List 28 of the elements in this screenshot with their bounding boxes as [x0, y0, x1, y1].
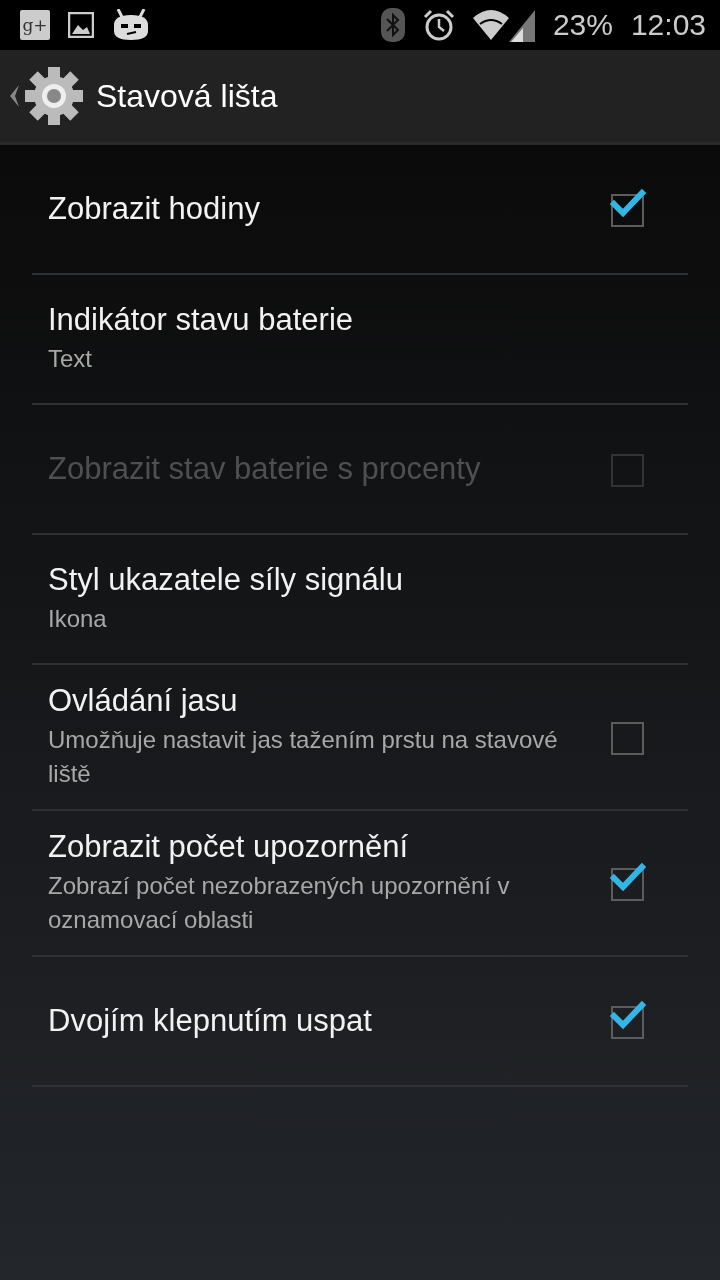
- setting-row[interactable]: Styl ukazatele síly signálu Ikona: [32, 535, 688, 665]
- setting-row[interactable]: Zobrazit hodiny: [32, 145, 688, 275]
- setting-summary: Ikona: [48, 604, 108, 635]
- back-icon[interactable]: [8, 84, 20, 108]
- gear-icon: [24, 66, 84, 126]
- google-plus-icon: g+: [20, 10, 50, 40]
- setting-row[interactable]: Indikátor stavu baterie Text: [32, 275, 688, 405]
- clock: 12:03: [630, 8, 706, 42]
- setting-summary: Text: [48, 344, 93, 375]
- setting-row[interactable]: Zobrazit počet upozornění Zobrazí počet nezobrazených upozornění v oznamovací oblasti: [32, 811, 688, 957]
- setting-title: Styl ukazatele síly signálu: [48, 562, 404, 599]
- setting-summary: Zobrazí počet nezobrazených upozornění v oznamovací oblasti: [48, 871, 511, 935]
- signal-icon: [472, 8, 535, 42]
- alarm-icon: [422, 9, 455, 41]
- battery-level: 23%: [552, 8, 613, 42]
- robot-icon: [112, 9, 150, 41]
- setting-title: Dvojím klepnutím uspat: [48, 1003, 373, 1039]
- setting-row[interactable]: Ovládání jasu Umožňuje nastavit jas tažením prstu na stavové liště: [32, 665, 688, 811]
- setting-title: Ovládání jasu: [48, 683, 239, 720]
- setting-title: Zobrazit počet upozornění: [48, 829, 410, 866]
- image-icon: [68, 12, 94, 38]
- setting-row[interactable]: Dvojím klepnutím uspat: [32, 957, 688, 1087]
- setting-title: Indikátor stavu baterie: [48, 302, 354, 339]
- setting-title: Zobrazit stav baterie s procenty: [48, 451, 482, 487]
- setting-summary: Umožňuje nastavit jas tažením prstu na stavové liště: [48, 725, 559, 789]
- setting-title: Zobrazit hodiny: [48, 191, 261, 227]
- bluetooth-icon: [380, 8, 405, 42]
- screen-title: Stavová lišta: [96, 77, 278, 115]
